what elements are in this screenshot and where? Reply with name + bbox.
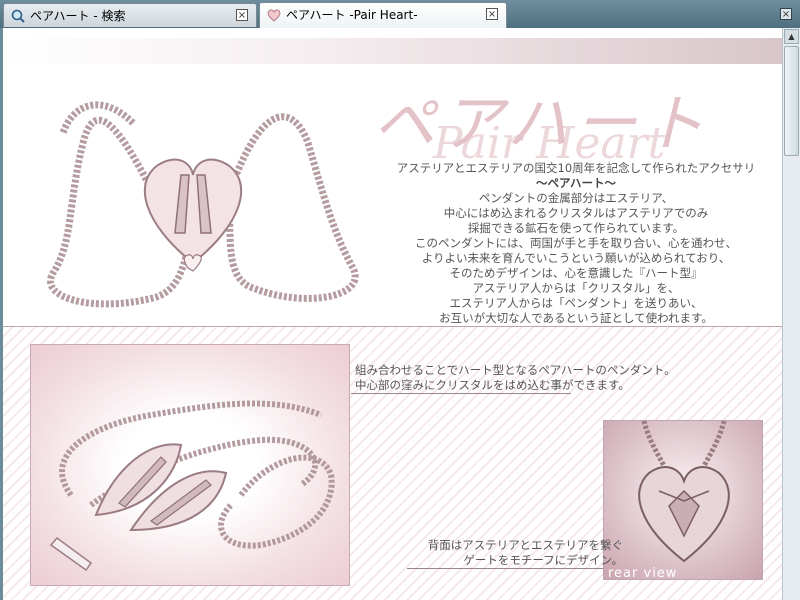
close-icon[interactable]: ×	[236, 9, 248, 21]
caption-line: 組み合わせることでハート型となるペアハートのペンダント。	[355, 363, 676, 377]
product-description: アステリアとエステリアの国交10周年を記念して作られたアクセサリ ～ペアハート～…	[381, 161, 771, 326]
scroll-thumb[interactable]	[784, 46, 799, 156]
search-icon	[10, 8, 26, 24]
tab-label: ペアハート - 検索	[30, 9, 126, 23]
caption-underline	[351, 393, 571, 394]
heart-pendant-top	[143, 158, 243, 272]
caption-underline	[407, 568, 603, 569]
desc-line: このペンダントには、両国が手と手を取り合い、心を通わせ、	[415, 236, 737, 250]
heart-icon	[266, 7, 282, 23]
caption-line: 背面はアステリアとエステリアを繋ぐ	[427, 538, 623, 552]
close-icon[interactable]: ×	[486, 8, 498, 20]
desc-line: 中心にはめ込まれるクリスタルはアステリアでのみ	[443, 206, 709, 220]
desc-line: アステリア人からは「クリスタル」を、	[472, 281, 680, 295]
tab-pair-heart[interactable]: ペアハート -Pair Heart- ×	[259, 2, 507, 28]
caption-combine: 組み合わせることでハート型となるペアハートのペンダント。 中心部の窪みにクリスタ…	[355, 363, 685, 393]
caption-rear: 背面はアステリアとエステリアを繋ぐ ゲートをモチーフにデザイン。	[383, 538, 623, 568]
rear-view-label: rear view	[608, 566, 678, 580]
tab-bar: ペアハート - 検索 × ペアハート -Pair Heart- × ×	[0, 0, 800, 29]
desc-line: アステリアとエステリアの国交10周年を記念して作られたアクセサリ	[396, 161, 756, 175]
pendant-pair-image	[30, 344, 350, 586]
header-band	[3, 38, 782, 64]
desc-line: エステリア人からは「ペンダント」を送りあい、	[449, 296, 703, 310]
rear-view-image: rear view	[603, 420, 763, 580]
scroll-up-arrow-icon[interactable]: ▲	[784, 29, 799, 44]
tab-search[interactable]: ペアハート - 検索 ×	[3, 3, 257, 27]
tab-label: ペアハート -Pair Heart-	[286, 8, 418, 22]
logo-japanese: ペアハート	[373, 87, 711, 160]
desc-line: ペンダントの金属部分はエステリア、	[478, 191, 674, 205]
vertical-scrollbar[interactable]: ▲	[782, 28, 800, 600]
desc-product-name: ～ペアハート～	[535, 176, 617, 190]
desc-line: 採掘できる鉱石を使って作られています。	[467, 221, 685, 235]
window-close-icon[interactable]: ×	[780, 8, 792, 20]
logo: Pair Heart ペアハート	[363, 73, 743, 173]
desc-line: よりよい未来を育んでいこうという願いが込められており、	[421, 251, 731, 265]
caption-line: ゲートをモチーフにデザイン。	[463, 553, 623, 567]
pendant-illustration	[47, 101, 359, 308]
desc-line: お互いが大切な人であるという証として使われます。	[439, 311, 713, 325]
page-viewport: Pair Heart ペアハート アステリアとエステリアの国交10周年を記念して…	[0, 28, 782, 600]
caption-line: 中心部の窪みにクリスタルをはめ込む事ができます。	[355, 378, 630, 392]
desc-line: そのためデザインは、心を意識した『ハート型』	[449, 266, 703, 280]
